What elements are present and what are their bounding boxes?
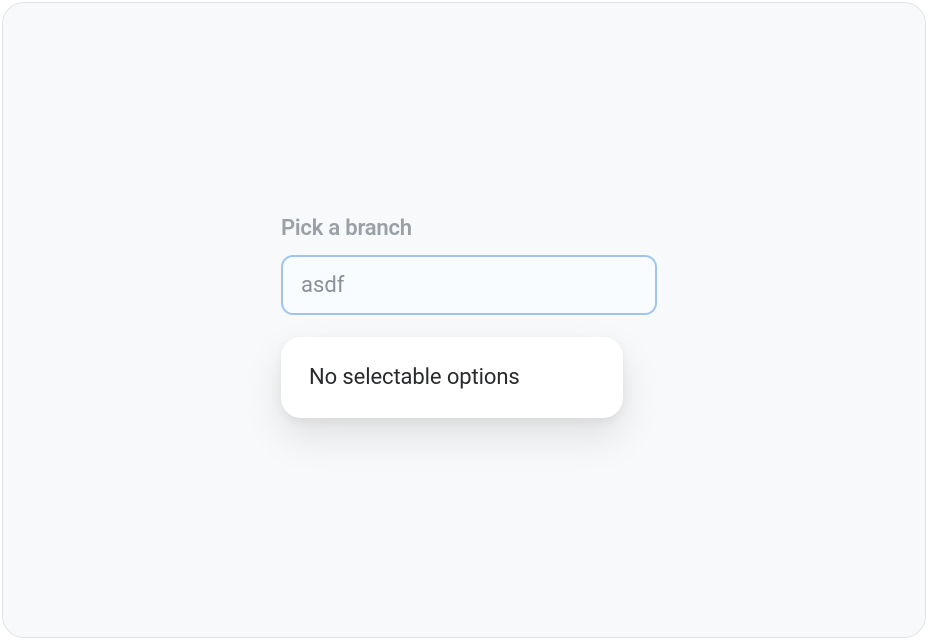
branch-dropdown[interactable]: No selectable options <box>281 337 623 418</box>
dropdown-empty-message: No selectable options <box>309 365 595 390</box>
field-label: Pick a branch <box>281 216 657 241</box>
branch-search-input[interactable] <box>281 255 657 315</box>
branch-field: Pick a branch <box>281 216 657 315</box>
app-frame: Pick a branch No selectable options <box>2 2 926 638</box>
